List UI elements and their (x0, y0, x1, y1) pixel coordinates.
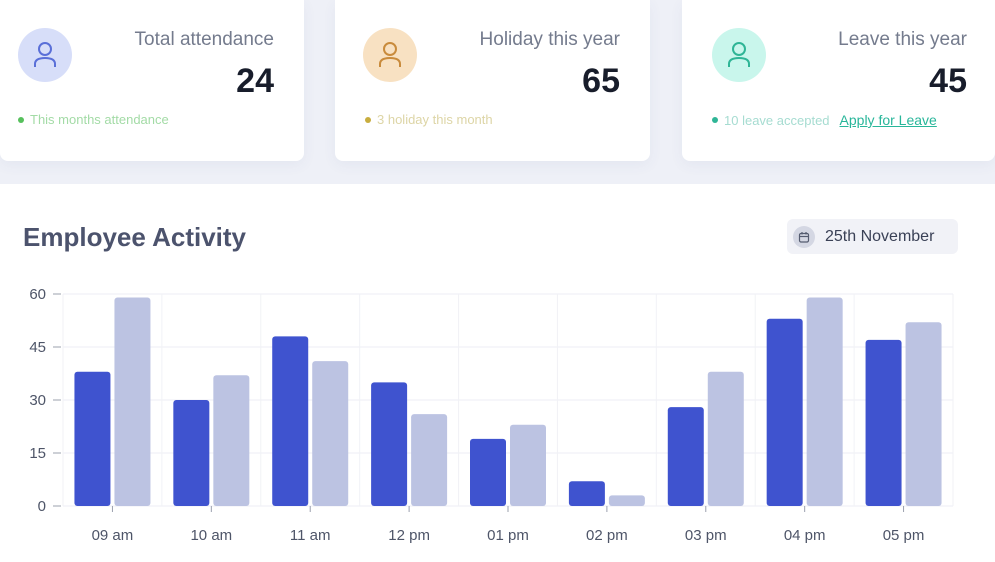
x-tick-label: 12 pm (388, 527, 430, 544)
employee-activity-chart: 0 15 30 45 60 09 am 10 am 11 am 12 pm 01 pm 02 pm 0… (29, 286, 954, 544)
x-tick-label: 10 am (190, 527, 232, 544)
calendar-icon (793, 225, 815, 248)
bar (510, 424, 546, 506)
leave-card: Leave this year 45 10 leave accepted App… (682, 0, 995, 161)
card-label: Leave this year (838, 29, 967, 50)
x-tick-label: 04 pm (784, 527, 826, 544)
bar (312, 361, 349, 506)
panel-title: Employee Activity (23, 222, 247, 252)
y-tick-label: 30 (29, 392, 46, 409)
card-subtext: 3 holiday this month (365, 112, 493, 127)
bar (371, 382, 408, 506)
card-subtext-label: 10 leave accepted (724, 112, 830, 128)
x-tick-label: 01 pm (487, 527, 529, 544)
bar (905, 322, 942, 506)
bar (74, 371, 111, 506)
x-tick-label: 09 am (92, 527, 134, 544)
bar (411, 414, 448, 506)
bar (707, 371, 744, 506)
holiday-card: Holiday this year 65 3 holiday this mont… (335, 0, 650, 161)
card-subtext-label: This months attendance (30, 112, 169, 127)
x-tick-label: 03 pm (685, 527, 727, 544)
card-value: 65 (582, 62, 620, 100)
y-tick-label: 0 (38, 498, 46, 515)
status-dot (18, 116, 24, 123)
person-icon (18, 28, 72, 82)
total-attendance-card: Total attendance 24 This months attendan… (0, 0, 304, 161)
bar (213, 375, 250, 506)
y-tick-label: 15 (29, 445, 46, 462)
bar (766, 318, 803, 506)
bar (272, 336, 309, 506)
bar (865, 339, 902, 506)
bar (114, 297, 151, 506)
x-tick-label: 11 am (290, 527, 331, 544)
card-subtext: 10 leave accepted Apply for Leave (712, 112, 937, 128)
y-tick-label: 60 (29, 286, 46, 303)
status-dot (712, 117, 718, 123)
date-label: 25th November (825, 227, 935, 245)
y-tick-label: 45 (29, 339, 46, 356)
bar (667, 407, 704, 506)
person-icon (363, 28, 417, 82)
person-icon (712, 28, 766, 82)
card-label: Total attendance (134, 29, 274, 50)
x-tick-label: 05 pm (883, 527, 925, 544)
bar (173, 400, 210, 506)
bar (608, 495, 645, 506)
employee-activity-panel: Employee Activity 25th November 0 15 30 45 6… (0, 184, 995, 562)
card-label: Holiday this year (479, 29, 620, 50)
card-value: 45 (929, 62, 967, 100)
status-dot (365, 116, 371, 123)
date-picker-button[interactable]: 25th November (787, 219, 958, 254)
apply-for-leave-link[interactable]: Apply for Leave (840, 112, 937, 128)
bar (806, 297, 843, 506)
bar (568, 481, 605, 506)
x-tick-label: 02 pm (586, 527, 628, 544)
card-subtext: This months attendance (18, 112, 169, 127)
card-subtext-label: 3 holiday this month (377, 112, 493, 127)
bar (470, 438, 506, 506)
card-value: 24 (236, 62, 274, 100)
